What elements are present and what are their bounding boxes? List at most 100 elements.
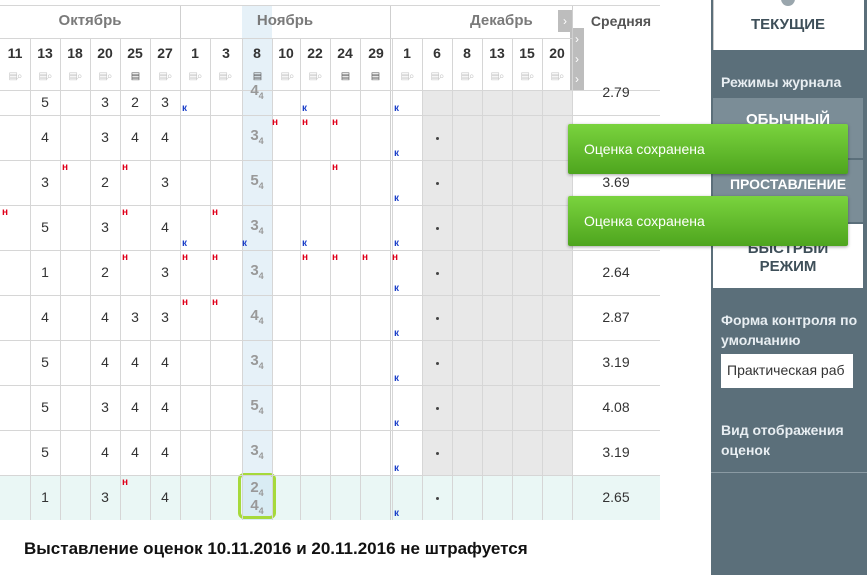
- grade-cell[interactable]: 2: [120, 94, 150, 110]
- display-mode-label: Вид отображения оценок: [721, 422, 844, 458]
- grade-cell[interactable]: 4: [150, 219, 180, 235]
- day-header[interactable]: 13: [30, 38, 60, 68]
- grade-cell[interactable]: 1: [30, 489, 60, 505]
- column-line: [452, 38, 453, 520]
- lesson-doc-icon[interactable]: ▤⌕: [426, 70, 448, 84]
- day-header[interactable]: 8: [452, 38, 482, 68]
- grade-cell-highlight[interactable]: 34: [243, 217, 271, 236]
- grade-cell[interactable]: 5: [30, 219, 60, 235]
- day-header[interactable]: 1: [392, 38, 422, 68]
- k-mark: к: [394, 148, 400, 159]
- grade-cell[interactable]: 2: [90, 264, 120, 280]
- grade-cell[interactable]: 3: [150, 309, 180, 325]
- absent-mark: н: [332, 117, 339, 128]
- grade-cell-highlight[interactable]: 34: [243, 442, 271, 461]
- day-header[interactable]: 6: [422, 38, 452, 68]
- grade-cell-highlight[interactable]: 34: [243, 352, 271, 371]
- grade-cell-highlight[interactable]: 34: [243, 127, 271, 146]
- lesson-doc-icon[interactable]: ▤⌕: [486, 70, 508, 84]
- grade-cell[interactable]: 4: [150, 354, 180, 370]
- grade-cell-highlight[interactable]: 44: [243, 307, 271, 326]
- day-header[interactable]: 1: [180, 38, 210, 68]
- lesson-doc-icon[interactable]: ▤⌕: [34, 70, 56, 84]
- grade-cell-highlight[interactable]: 34: [243, 262, 271, 281]
- day-header[interactable]: 10: [272, 38, 300, 68]
- grade-cell[interactable]: 5: [30, 444, 60, 460]
- grade-cell[interactable]: 4: [120, 444, 150, 460]
- day-header[interactable]: 8: [242, 38, 272, 68]
- status-dot: [436, 361, 439, 365]
- grade-cell[interactable]: 3: [90, 219, 120, 235]
- lesson-doc-icon[interactable]: ▤⌕: [64, 70, 86, 84]
- grade-cell[interactable]: 3: [90, 399, 120, 415]
- lesson-doc-icon[interactable]: ▤⌕: [396, 70, 418, 84]
- lesson-doc-icon[interactable]: ▤: [124, 70, 146, 84]
- grade-cell[interactable]: 4: [150, 129, 180, 145]
- lesson-doc-icon[interactable]: ▤⌕: [214, 70, 236, 84]
- grade-cell[interactable]: 4: [90, 444, 120, 460]
- column-line: [482, 38, 483, 520]
- grade-cell[interactable]: 4: [30, 309, 60, 325]
- grade-cell[interactable]: 4: [150, 489, 180, 505]
- day-header[interactable]: 29: [360, 38, 392, 68]
- day-header[interactable]: 18: [60, 38, 90, 68]
- row-line: [0, 340, 660, 341]
- tab-current[interactable]: ТЕКУЩИЕ: [713, 16, 863, 33]
- status-dot: [436, 136, 439, 140]
- lesson-doc-icon[interactable]: ▤⌕: [154, 70, 176, 84]
- grade-cell[interactable]: 5: [30, 354, 60, 370]
- grade-cell[interactable]: 4: [150, 444, 180, 460]
- lesson-doc-icon[interactable]: ▤⌕: [94, 70, 116, 84]
- lesson-doc-icon[interactable]: ▤: [364, 70, 386, 84]
- grade-cell[interactable]: 4: [150, 399, 180, 415]
- lesson-doc-icon[interactable]: ▤⌕: [546, 70, 568, 84]
- lesson-doc-icon[interactable]: ▤⌕: [184, 70, 206, 84]
- grade-cell[interactable]: 4: [90, 309, 120, 325]
- grade-cell[interactable]: 4: [30, 129, 60, 145]
- grade-cell-highlight[interactable]: 24: [243, 479, 271, 498]
- grade-cell[interactable]: 4: [120, 354, 150, 370]
- grade-cell[interactable]: 4: [120, 399, 150, 415]
- grade-cell[interactable]: 3: [90, 94, 120, 110]
- lesson-doc-icon[interactable]: ▤⌕: [276, 70, 298, 84]
- day-header[interactable]: 27: [150, 38, 180, 68]
- grade-cell-highlight[interactable]: 54: [243, 172, 271, 191]
- control-form-select[interactable]: Практическая раб: [721, 354, 853, 388]
- grade-cell-highlight[interactable]: 44: [243, 82, 271, 101]
- grade-cell-highlight[interactable]: 44: [243, 497, 271, 516]
- day-header[interactable]: 13: [482, 38, 512, 68]
- grade-cell[interactable]: 3: [150, 174, 180, 190]
- day-header[interactable]: 25: [120, 38, 150, 68]
- lesson-doc-icon[interactable]: ▤: [334, 70, 356, 84]
- grade-cell[interactable]: 3: [90, 129, 120, 145]
- grade-cell[interactable]: 3: [150, 94, 180, 110]
- control-form-label: Форма контроля по умолчанию: [721, 312, 858, 348]
- status-dot: [436, 226, 439, 230]
- day-header[interactable]: 22: [300, 38, 330, 68]
- lesson-doc-icon[interactable]: ▤⌕: [516, 70, 538, 84]
- lesson-doc-icon[interactable]: ▤⌕: [4, 70, 26, 84]
- grade-cell[interactable]: 3: [120, 309, 150, 325]
- grade-cell[interactable]: 3: [90, 489, 120, 505]
- grade-cell[interactable]: 3: [30, 174, 60, 190]
- lesson-doc-icon[interactable]: ▤⌕: [304, 70, 326, 84]
- lesson-doc-icon[interactable]: ▤⌕: [456, 70, 478, 84]
- grade-cell[interactable]: 4: [90, 354, 120, 370]
- grade-cell-highlight[interactable]: 54: [243, 397, 271, 416]
- grade-cell[interactable]: 5: [30, 94, 60, 110]
- grade-cell[interactable]: 1: [30, 264, 60, 280]
- mode-setting-button[interactable]: ПРОСТАВЛЕНИЕ: [713, 176, 863, 192]
- day-header[interactable]: 20: [90, 38, 120, 68]
- average-value: 2.87: [602, 308, 630, 325]
- day-header[interactable]: 3: [210, 38, 242, 68]
- absent-mark: н: [302, 117, 309, 128]
- day-header[interactable]: 11: [0, 38, 30, 68]
- day-header[interactable]: 24: [330, 38, 360, 68]
- day-header[interactable]: 20: [542, 38, 572, 68]
- grade-cell[interactable]: 4: [120, 129, 150, 145]
- grade-cell[interactable]: 2: [90, 174, 120, 190]
- row-line: [0, 115, 660, 116]
- grade-cell[interactable]: 5: [30, 399, 60, 415]
- grade-cell[interactable]: 3: [150, 264, 180, 280]
- day-header[interactable]: 15: [512, 38, 542, 68]
